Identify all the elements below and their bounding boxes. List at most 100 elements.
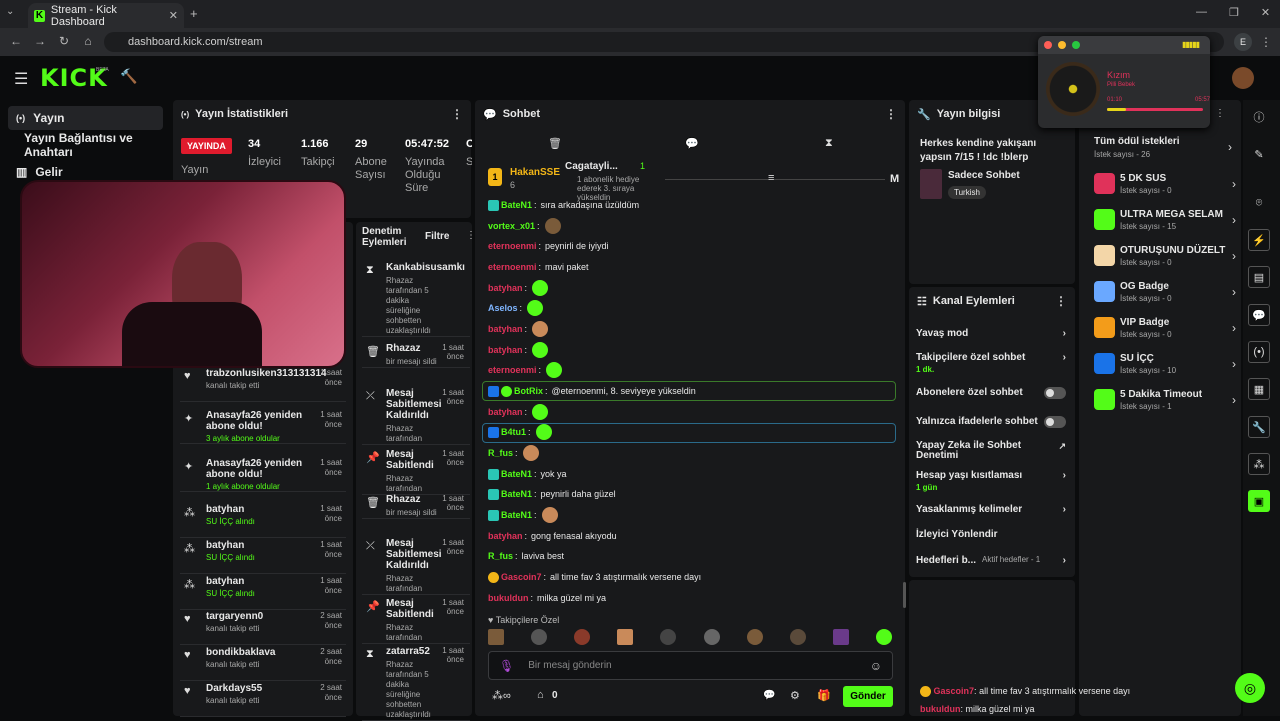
chat-username[interactable]: batyhan <box>488 407 523 417</box>
activity-name[interactable]: trabzonlusiken313131314 <box>206 368 327 379</box>
chat-username[interactable]: Gascoin7 <box>501 572 542 582</box>
sort-icon[interactable]: ≡ <box>768 172 774 184</box>
toggle-switch[interactable] <box>1044 416 1066 428</box>
chat-username[interactable]: vortex_x01 <box>488 221 535 231</box>
chevron-right-icon[interactable]: › <box>1063 504 1066 515</box>
reward-item[interactable]: 5 DK SUS İstek sayısı - 0 › <box>1092 173 1238 201</box>
chat-username[interactable]: eternoenmi <box>488 365 537 375</box>
chat-username[interactable]: BateN1 <box>501 200 532 210</box>
user-avatar[interactable] <box>1232 67 1254 89</box>
document-icon[interactable]: ▤ <box>1248 266 1270 288</box>
moderation-name[interactable]: Mesaj Sabitlendi <box>386 598 438 620</box>
moderation-name[interactable]: Kankabisusamkı <box>386 262 465 273</box>
hourglass-icon[interactable]: ⧗ <box>825 137 833 150</box>
chat-username[interactable]: Aselos <box>488 303 518 313</box>
channel-action-item[interactable]: Hesap yaşı kısıtlaması 1 gün › <box>916 470 1068 492</box>
channel-action-item[interactable]: Yasaklanmış kelimeler › <box>916 504 1068 515</box>
reward-item[interactable]: 5 Dakika Timeout İstek sayısı - 1 › <box>1092 389 1238 417</box>
moderation-name[interactable]: Rhazaz <box>386 343 438 354</box>
emote-icon[interactable] <box>832 629 849 645</box>
category-thumbnail[interactable] <box>920 169 942 199</box>
capture-icon[interactable]: ⌾ <box>1248 192 1270 214</box>
trash-icon[interactable]: 🗑 <box>548 137 562 150</box>
chevron-right-icon[interactable]: › <box>1063 555 1066 566</box>
channel-action-item[interactable]: Yavaş mod › <box>916 328 1068 339</box>
tab-search-icon[interactable]: ⌄ <box>6 6 14 17</box>
chat-username[interactable]: BateN1 <box>501 510 532 520</box>
zoom-dot-icon[interactable] <box>1072 41 1080 49</box>
more-icon[interactable]: ⋮ <box>451 107 463 121</box>
chat-username[interactable]: R_fus <box>488 551 513 561</box>
chat-rules-icon[interactable]: 💬 <box>763 690 775 701</box>
close-tab-icon[interactable]: ✕ <box>169 9 178 22</box>
send-button[interactable]: Gönder <box>843 686 893 707</box>
forward-icon[interactable]: → <box>32 34 48 48</box>
top-gifter-name[interactable]: HakanSSE <box>510 167 560 178</box>
chat-settings-icon[interactable]: 💬 <box>685 137 699 150</box>
emote-icon[interactable] <box>660 629 677 645</box>
channel-action-item[interactable]: Yalnızca ifadelerle sohbet <box>916 416 1068 428</box>
emote-icon[interactable] <box>703 629 720 645</box>
back-icon[interactable]: ← <box>8 34 24 48</box>
minimize-dot-icon[interactable] <box>1058 41 1066 49</box>
activity-name[interactable]: batyhan <box>206 576 306 587</box>
browser-tab[interactable]: K Stream - Kick Dashboard ✕ <box>28 3 184 28</box>
emote-icon[interactable] <box>488 629 504 645</box>
more-icon[interactable]: ⋮ <box>1215 108 1225 119</box>
chat-username[interactable]: B4tu1 <box>501 427 526 437</box>
chat-username[interactable]: BateN1 <box>501 489 532 499</box>
activity-name[interactable]: Anasayfa26 yeniden abone oldu! <box>206 410 306 432</box>
chat-username[interactable]: eternoenmi <box>488 262 537 272</box>
chat-input[interactable]: 🎙 Bir mesaj gönderin ☺ <box>488 651 893 680</box>
reward-item[interactable]: SU İÇÇ İstek sayısı - 10 › <box>1092 353 1238 381</box>
reward-item[interactable]: OTURUŞUNU DÜZELT İstek sayısı - 0 › <box>1092 245 1238 273</box>
chat-username[interactable]: BotRix <box>514 386 543 396</box>
channel-action-item[interactable]: Abonelere özel sohbet <box>916 387 1068 399</box>
channel-action-item[interactable]: Hedefleri b... Aktif hedefler - 1 › <box>916 555 1068 566</box>
toggle-switch[interactable] <box>1044 387 1066 399</box>
chevron-right-icon[interactable]: › <box>1232 213 1236 227</box>
emote-icon[interactable] <box>531 629 548 645</box>
chat-username[interactable]: R_fus <box>488 448 513 458</box>
emote-icon[interactable] <box>789 629 806 645</box>
reward-item[interactable]: VIP Badge İstek sayısı - 0 › <box>1092 317 1238 345</box>
moderation-name[interactable]: Rhazaz <box>386 494 438 505</box>
activity-name[interactable]: Darkdays55 <box>206 683 306 694</box>
chevron-right-icon[interactable]: › <box>1232 249 1236 263</box>
chat-username[interactable]: batyhan <box>488 283 523 293</box>
gear-icon[interactable]: ⚙ <box>790 689 800 702</box>
reward-item[interactable]: ULTRA MEGA SELAM İstek sayısı - 15 › <box>1092 209 1238 237</box>
more-icon[interactable]: ⋮ <box>885 107 897 121</box>
activity-name[interactable]: Anasayfa26 yeniden abone oldu! <box>206 458 306 480</box>
broadcast-icon[interactable]: (•) <box>1248 341 1270 363</box>
chat-username[interactable]: batyhan <box>488 531 523 541</box>
activity-name[interactable]: batyhan <box>206 540 306 551</box>
moderation-name[interactable]: Mesaj Sabitlemesi Kaldırıldı <box>386 388 442 421</box>
more-icon[interactable]: ⋮ <box>1055 294 1067 308</box>
minimize-icon[interactable]: — <box>1196 6 1207 19</box>
chevron-right-icon[interactable]: › <box>1232 393 1236 407</box>
new-tab-icon[interactable]: + <box>190 6 198 21</box>
emote-icon[interactable] <box>746 629 763 645</box>
channel-action-item[interactable]: Takipçilere özel sohbet 1 dk. › <box>916 352 1068 374</box>
chevron-right-icon[interactable]: › <box>1232 357 1236 371</box>
chat-username[interactable]: batyhan <box>488 324 523 334</box>
channel-action-item[interactable]: Yapay Zeka ile Sohbet Denetimi ↗ <box>916 441 1068 461</box>
support-icon[interactable]: ◎ <box>1235 673 1265 703</box>
emote-icon[interactable] <box>617 629 634 645</box>
close-dot-icon[interactable] <box>1044 41 1052 49</box>
chat-username[interactable]: BateN1 <box>501 469 532 479</box>
flash-icon[interactable]: ⚡ <box>1248 229 1270 251</box>
close-window-icon[interactable]: ✕ <box>1261 6 1270 19</box>
info-icon[interactable]: ⓘ <box>1248 106 1270 128</box>
moderation-name[interactable]: zatarra52 <box>386 646 438 657</box>
chat-username[interactable]: eternoenmi <box>488 241 537 251</box>
hamburger-icon[interactable]: ☰ <box>14 69 28 89</box>
activity-name[interactable]: targaryenn0 <box>206 611 306 622</box>
emoji-icon[interactable]: ☺ <box>870 659 882 673</box>
chat-scrollbar[interactable] <box>903 582 906 608</box>
home-icon[interactable]: ⌂ <box>80 34 96 48</box>
chevron-right-icon[interactable]: › <box>1228 140 1232 154</box>
activity-name[interactable]: bondikbaklava <box>206 647 306 658</box>
moderation-filter[interactable]: Filtre <box>425 231 449 242</box>
